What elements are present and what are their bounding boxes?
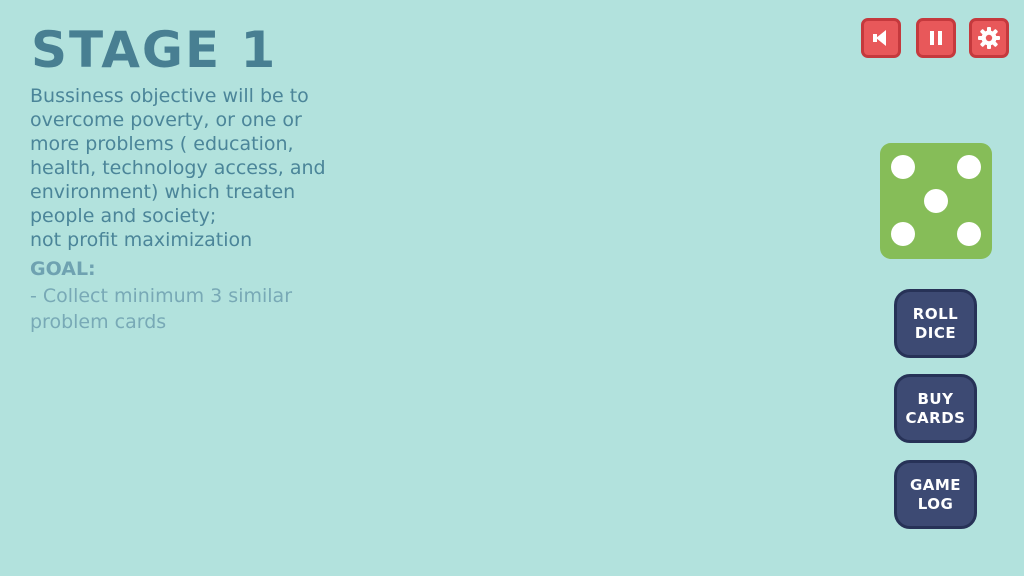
roll-dice-button[interactable]: ROLL DICE bbox=[894, 289, 977, 358]
pause-button[interactable] bbox=[916, 18, 956, 58]
game-log-button[interactable]: GAME LOG bbox=[894, 460, 977, 529]
objective-text: Bussiness objective will be to overcome … bbox=[30, 85, 326, 251]
settings-button[interactable] bbox=[969, 18, 1009, 58]
speaker-icon bbox=[873, 30, 886, 46]
goal-heading: GOAL: bbox=[30, 258, 96, 280]
dice-pip bbox=[891, 155, 915, 179]
dice-pip bbox=[924, 189, 948, 213]
buy-cards-button[interactable]: BUY CARDS bbox=[894, 374, 977, 443]
stage-title: STAGE 1 bbox=[31, 21, 278, 79]
dice-pip bbox=[957, 222, 981, 246]
dice bbox=[880, 143, 992, 259]
goal-item: - Collect minimum 3 similar problem card… bbox=[30, 285, 293, 333]
pause-icon bbox=[930, 31, 942, 45]
gear-icon bbox=[978, 27, 1000, 49]
sound-button[interactable] bbox=[861, 18, 901, 58]
dice-pip bbox=[957, 155, 981, 179]
dice-pip bbox=[891, 222, 915, 246]
